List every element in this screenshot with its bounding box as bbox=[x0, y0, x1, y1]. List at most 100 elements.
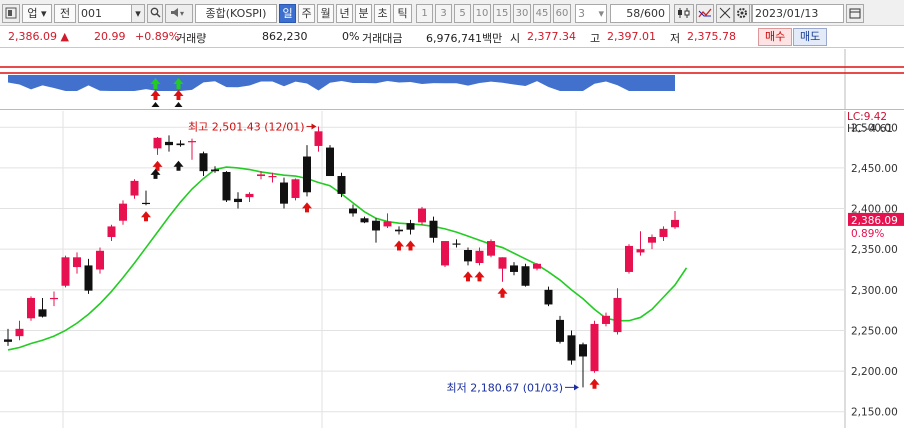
search-icon[interactable] bbox=[147, 4, 163, 23]
period-tab-second[interactable]: 초 bbox=[374, 4, 391, 23]
interval-button-45[interactable]: 45 bbox=[533, 4, 551, 23]
candle-body bbox=[498, 257, 507, 269]
sell-button[interactable]: 매도 bbox=[793, 28, 828, 46]
price-change: 20.99 bbox=[94, 30, 126, 43]
y-tick-label: 2,300.00 bbox=[851, 285, 898, 297]
candle-body bbox=[395, 229, 403, 232]
quote-bar: 2,386.09 ▲ 20.99 +0.89% 거래량 862,230 0% 거… bbox=[0, 26, 904, 48]
candle-body bbox=[521, 266, 530, 286]
candle-body bbox=[567, 335, 576, 361]
candle-body bbox=[4, 339, 12, 342]
buy-signal-arrow-icon bbox=[152, 160, 163, 171]
black-up-arrow-icon bbox=[174, 102, 183, 107]
market-select[interactable]: 업 ▾ bbox=[22, 4, 52, 23]
candle-body bbox=[188, 141, 196, 143]
interval-button-5[interactable]: 5 bbox=[454, 4, 471, 23]
candle-body bbox=[234, 198, 242, 203]
layout-icon[interactable] bbox=[2, 4, 20, 23]
candle-body bbox=[452, 243, 461, 245]
low-value: 2,375.78 bbox=[687, 30, 736, 43]
code-input-value: 001 bbox=[81, 7, 102, 20]
interval-button-15[interactable]: 15 bbox=[493, 4, 511, 23]
compare-chart-icon[interactable] bbox=[696, 4, 714, 23]
y-tick-label: 2,150.00 bbox=[851, 407, 898, 419]
candle-body bbox=[475, 250, 484, 263]
candle-body bbox=[268, 176, 277, 178]
lc-label: LC:9.42 bbox=[847, 111, 887, 123]
amount-value: 6,976,741백만 bbox=[426, 32, 503, 45]
period-tab-year[interactable]: 년 bbox=[336, 4, 353, 23]
y-tick-label: 2,200.00 bbox=[851, 366, 898, 378]
volume-label: 거래량 bbox=[176, 32, 207, 45]
interval-button-1[interactable]: 1 bbox=[416, 4, 433, 23]
price-change-pct: +0.89% bbox=[135, 30, 180, 43]
high-annotation: 최고 2,501.43 (12/01) bbox=[188, 120, 305, 133]
buy-signal-arrow-icon bbox=[302, 202, 312, 213]
candle-body bbox=[153, 137, 162, 149]
candle-body bbox=[245, 193, 254, 198]
calendar-icon[interactable] bbox=[846, 4, 864, 23]
price-chart-panel[interactable]: 2,500.00 2,450.00 2,400.00 2,350.00 2,300.00… bbox=[0, 111, 904, 428]
candle-body bbox=[579, 344, 587, 357]
candle-body bbox=[61, 257, 70, 286]
up-triangle-icon: ▲ bbox=[60, 30, 69, 43]
candle-body bbox=[590, 323, 599, 372]
candle-body bbox=[429, 220, 438, 238]
toggle-grid-icon[interactable] bbox=[716, 4, 734, 23]
candle-body bbox=[659, 228, 668, 237]
code-dropdown-chevron-icon[interactable]: ▾ bbox=[131, 4, 145, 23]
arrow-right-icon bbox=[311, 123, 317, 130]
period-tab-week[interactable]: 주 bbox=[298, 4, 315, 23]
candle-body bbox=[119, 203, 127, 221]
high-label: 고 bbox=[590, 32, 601, 45]
candle-body bbox=[73, 257, 81, 268]
red-up-arrow-icon bbox=[150, 90, 161, 100]
svg-text:▾: ▾ bbox=[180, 9, 184, 18]
indicator-panel[interactable] bbox=[0, 49, 904, 110]
candle-body bbox=[96, 250, 104, 270]
interval-button-30[interactable]: 30 bbox=[513, 4, 531, 23]
price-chart: 2,500.002,450.002,400.002,350.002,300.00… bbox=[0, 111, 904, 428]
candle-body bbox=[671, 219, 679, 228]
candle-body bbox=[211, 169, 219, 172]
current-price-value: 2,386.09 bbox=[8, 30, 57, 43]
volume-value: 862,230 bbox=[262, 30, 308, 43]
candle-body bbox=[533, 263, 541, 269]
name-field[interactable]: 종합(KOSPI) bbox=[195, 4, 277, 23]
open-value: 2,377.34 bbox=[527, 30, 576, 43]
candle-body bbox=[222, 171, 231, 201]
period-tab-minute[interactable]: 분 bbox=[355, 4, 372, 23]
buy-button[interactable]: 매수 bbox=[758, 28, 793, 46]
y-tick-label: 2,250.00 bbox=[851, 325, 898, 337]
indicator-chart bbox=[0, 49, 904, 110]
count-select[interactable]: 3 ▾ bbox=[575, 4, 607, 23]
page-counter[interactable]: 58/600 bbox=[610, 4, 670, 23]
chevron-down-icon: ▾ bbox=[37, 7, 47, 20]
candle-body bbox=[142, 202, 150, 205]
date-input[interactable]: 2023/01/13 bbox=[752, 4, 844, 23]
indicator-area bbox=[8, 75, 675, 91]
candle-body bbox=[602, 315, 610, 324]
period-tab-tick[interactable]: 틱 bbox=[393, 4, 412, 23]
buy-signal-arrow-icon bbox=[141, 211, 151, 222]
interval-button-3[interactable]: 3 bbox=[435, 4, 452, 23]
candle-body bbox=[487, 241, 495, 256]
volume-pct: 0% bbox=[342, 30, 360, 43]
chart-window: 업 ▾ 전 001 ▾ ▾ 종합(KOSPI) 일 주 월 년 분 초 틱 1 … bbox=[0, 0, 904, 428]
period-tab-month[interactable]: 월 bbox=[317, 4, 334, 23]
speaker-icon[interactable]: ▾ bbox=[165, 4, 193, 23]
period-tab-day[interactable]: 일 bbox=[279, 4, 296, 23]
count-select-value: 3 bbox=[578, 7, 585, 20]
high-value: 2,397.01 bbox=[607, 30, 656, 43]
candle-body bbox=[464, 249, 472, 262]
candle-type-icon[interactable] bbox=[674, 4, 694, 23]
gear-icon[interactable] bbox=[734, 4, 750, 23]
interval-button-60[interactable]: 60 bbox=[553, 4, 571, 23]
candle-body bbox=[38, 309, 47, 317]
interval-button-10[interactable]: 10 bbox=[473, 4, 491, 23]
buy-signal-arrow-icon bbox=[474, 271, 485, 282]
open-label: 시 bbox=[510, 32, 521, 45]
black-up-arrow-icon bbox=[151, 102, 160, 107]
candle-body bbox=[84, 265, 93, 291]
type-button[interactable]: 전 bbox=[54, 4, 76, 23]
